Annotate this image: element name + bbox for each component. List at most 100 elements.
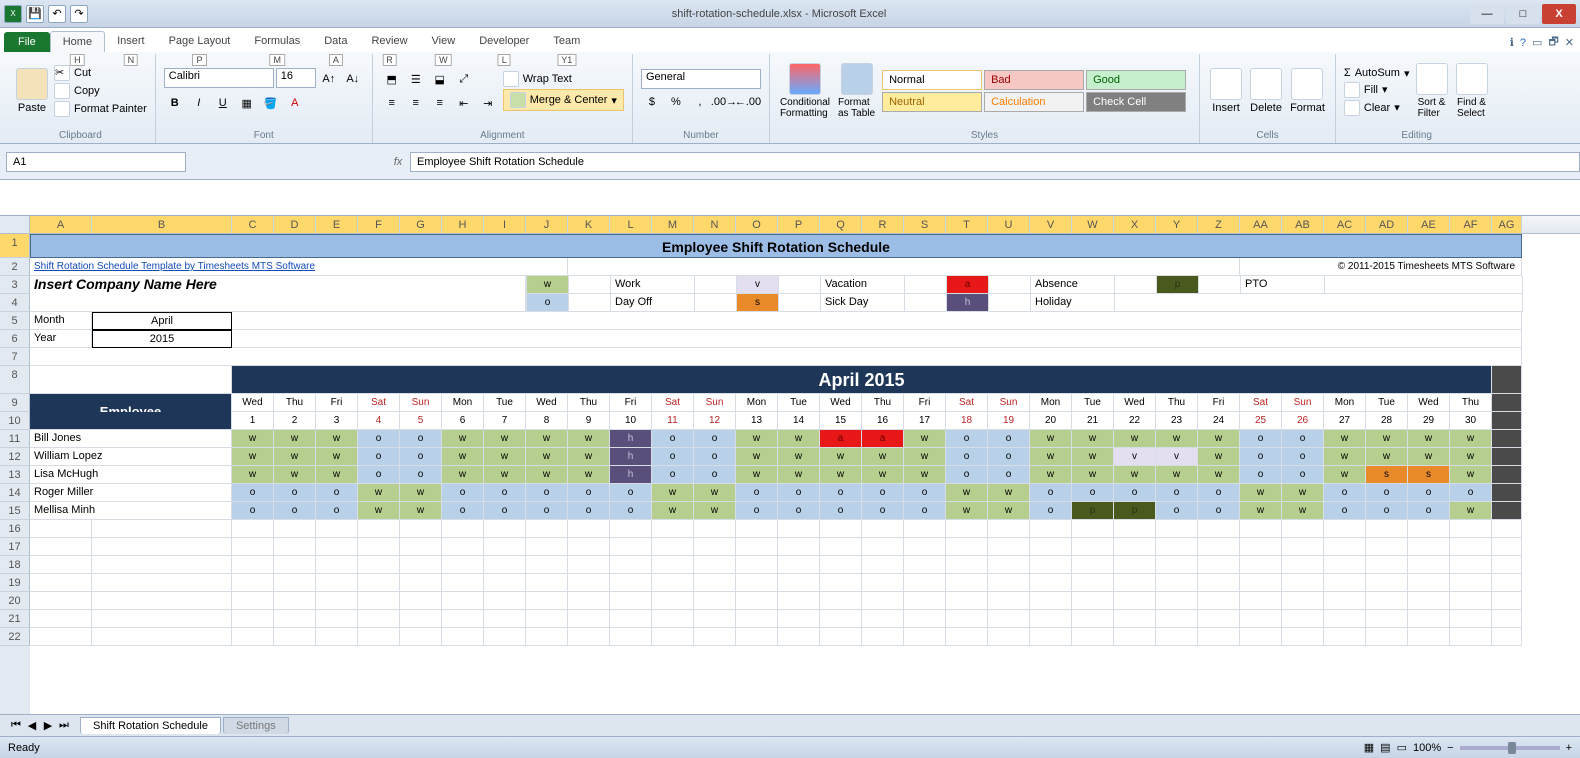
col-header-AD[interactable]: AD [1366, 216, 1408, 233]
shift-cell[interactable]: o [862, 502, 904, 520]
increase-indent-button[interactable]: ⇥ [477, 92, 499, 114]
sheet-tab-shift-rotation-schedule[interactable]: Shift Rotation Schedule [80, 717, 221, 734]
shift-cell[interactable]: w [274, 430, 316, 448]
shift-cell[interactable]: o [1030, 484, 1072, 502]
minimize-ribbon-icon[interactable]: ▭ [1532, 36, 1542, 49]
grow-font-button[interactable]: A↑ [318, 68, 340, 90]
shift-cell[interactable]: o [1156, 484, 1198, 502]
wrap-text-button[interactable]: Wrap Text [503, 71, 624, 87]
shift-cell[interactable]: v [1156, 448, 1198, 466]
day-name-26[interactable]: Sun [1282, 394, 1324, 412]
shift-cell[interactable]: w [442, 466, 484, 484]
shift-cell[interactable]: o [274, 502, 316, 520]
day-num-14[interactable]: 14 [778, 412, 820, 430]
shift-cell[interactable]: w [442, 448, 484, 466]
template-link[interactable]: Shift Rotation Schedule Template by Time… [30, 258, 568, 276]
tab-data[interactable]: DataA [312, 31, 359, 52]
col-header-L[interactable]: L [610, 216, 652, 233]
row-header-2[interactable]: 2 [0, 258, 30, 276]
shift-cell[interactable]: w [946, 484, 988, 502]
shift-cell[interactable]: o [736, 502, 778, 520]
save-icon[interactable]: 💾 [26, 5, 44, 23]
comma-button[interactable]: , [689, 91, 711, 113]
percent-button[interactable]: % [665, 91, 687, 113]
col-header-AG[interactable]: AG [1492, 216, 1522, 233]
shift-cell[interactable]: w [274, 448, 316, 466]
shift-cell[interactable]: o [862, 484, 904, 502]
col-header-P[interactable]: P [778, 216, 820, 233]
shift-cell[interactable]: w [358, 484, 400, 502]
shift-cell[interactable]: w [1198, 466, 1240, 484]
legend-key-h[interactable]: h [947, 294, 989, 312]
insert-cells-button[interactable]: Insert [1208, 66, 1244, 116]
tab-insert[interactable]: InsertN [105, 31, 157, 52]
day-name-21[interactable]: Tue [1072, 394, 1114, 412]
shift-cell[interactable]: o [1408, 484, 1450, 502]
day-name-4[interactable]: Sat [358, 394, 400, 412]
maximize-button[interactable]: □ [1506, 4, 1540, 24]
day-num-18[interactable]: 18 [946, 412, 988, 430]
shift-cell[interactable]: w [442, 430, 484, 448]
shift-cell[interactable]: o [1072, 484, 1114, 502]
shift-cell[interactable]: o [568, 502, 610, 520]
day-name-12[interactable]: Sun [694, 394, 736, 412]
shift-cell[interactable]: w [1114, 430, 1156, 448]
day-name-8[interactable]: Wed [526, 394, 568, 412]
shift-cell[interactable]: o [316, 502, 358, 520]
shift-cell[interactable]: w [400, 484, 442, 502]
shift-cell[interactable]: w [1030, 448, 1072, 466]
shift-cell[interactable]: w [736, 448, 778, 466]
row-header-14[interactable]: 14 [0, 484, 30, 502]
col-header-S[interactable]: S [904, 216, 946, 233]
tab-formulas[interactable]: FormulasM [242, 31, 312, 52]
col-header-G[interactable]: G [400, 216, 442, 233]
shift-cell[interactable]: h [610, 466, 652, 484]
col-header-H[interactable]: H [442, 216, 484, 233]
shift-cell[interactable]: o [442, 502, 484, 520]
col-header-AF[interactable]: AF [1450, 216, 1492, 233]
shift-cell[interactable]: w [1408, 448, 1450, 466]
shift-cell[interactable]: o [652, 430, 694, 448]
calendar-month-header[interactable]: April 2015 [232, 366, 1492, 394]
row-header-15[interactable]: 15 [0, 502, 30, 520]
shift-cell[interactable]: o [736, 484, 778, 502]
day-num-2[interactable]: 2 [274, 412, 316, 430]
shift-cell[interactable]: o [904, 484, 946, 502]
shift-cell[interactable]: w [904, 448, 946, 466]
sheet-tab-settings[interactable]: Settings [223, 717, 289, 734]
day-num-27[interactable]: 27 [1324, 412, 1366, 430]
shift-cell[interactable]: o [1282, 448, 1324, 466]
shift-cell[interactable]: o [232, 502, 274, 520]
shift-cell[interactable]: o [1366, 484, 1408, 502]
col-header-AC[interactable]: AC [1324, 216, 1366, 233]
shift-cell[interactable]: w [1282, 502, 1324, 520]
tab-page-layout[interactable]: Page LayoutP [157, 31, 243, 52]
fx-icon[interactable]: fx [386, 156, 410, 168]
shift-cell[interactable]: w [1240, 502, 1282, 520]
day-num-3[interactable]: 3 [316, 412, 358, 430]
redo-icon[interactable]: ↷ [70, 5, 88, 23]
shift-cell[interactable]: w [862, 448, 904, 466]
day-num-9[interactable]: 9 [568, 412, 610, 430]
col-header-C[interactable]: C [232, 216, 274, 233]
col-header-D[interactable]: D [274, 216, 316, 233]
shift-cell[interactable]: w [1450, 448, 1492, 466]
shift-cell[interactable]: o [904, 502, 946, 520]
legend-key-w[interactable]: w [527, 276, 569, 294]
font-color-button[interactable]: A [284, 92, 306, 114]
col-header-AA[interactable]: AA [1240, 216, 1282, 233]
format-cells-button[interactable]: Format [1288, 66, 1327, 116]
day-name-7[interactable]: Tue [484, 394, 526, 412]
day-name-6[interactable]: Mon [442, 394, 484, 412]
shift-cell[interactable]: w [484, 466, 526, 484]
shift-cell[interactable]: o [568, 484, 610, 502]
tab-nav-next[interactable]: ▶ [40, 718, 56, 734]
year-label[interactable]: Year [30, 330, 92, 348]
shift-cell[interactable]: o [988, 466, 1030, 484]
find-select-button[interactable]: Find & Select [1454, 61, 1490, 121]
shift-cell[interactable]: w [1408, 430, 1450, 448]
col-header-V[interactable]: V [1030, 216, 1072, 233]
shift-cell[interactable]: w [652, 502, 694, 520]
day-num-20[interactable]: 20 [1030, 412, 1072, 430]
copyright-text[interactable]: © 2011-2015 Timesheets MTS Software [1240, 258, 1522, 276]
